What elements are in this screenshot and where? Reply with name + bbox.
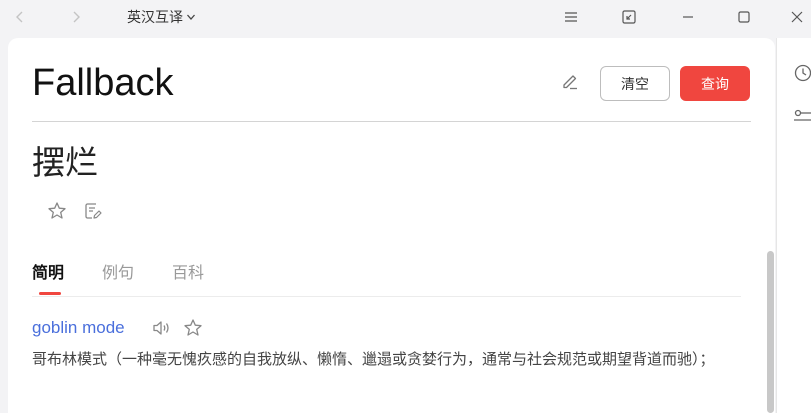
scrollbar-thumb[interactable] xyxy=(767,251,774,413)
pronounce-button[interactable] xyxy=(150,317,172,339)
favorite-button[interactable] xyxy=(46,200,68,222)
tab-concise[interactable]: 简明 xyxy=(32,262,64,284)
settings-button[interactable] xyxy=(793,106,811,126)
mode-label: 英汉互译 xyxy=(127,10,183,26)
speaker-icon xyxy=(153,321,169,335)
right-sidebar xyxy=(776,38,811,413)
history-button[interactable] xyxy=(793,63,811,83)
divider xyxy=(32,121,751,122)
forward-button[interactable] xyxy=(65,6,87,28)
star-icon xyxy=(184,319,202,336)
menu-button[interactable] xyxy=(559,5,583,29)
menu-icon xyxy=(565,12,577,22)
minimize-icon xyxy=(683,16,693,18)
entry-term-link[interactable]: goblin mode xyxy=(32,317,125,339)
note-button[interactable] xyxy=(82,200,104,222)
minimize-button[interactable] xyxy=(676,5,700,29)
mini-window-button[interactable] xyxy=(617,5,641,29)
edit-button[interactable] xyxy=(559,70,581,92)
tab-encyclopedia[interactable]: 百科 xyxy=(172,262,204,284)
maximize-icon xyxy=(738,11,750,23)
chevron-right-icon xyxy=(73,11,80,23)
close-icon xyxy=(791,11,803,23)
translation-panel: Fallback 清空 查询 摆烂 简明 例句 百科 goblin mode 哥… xyxy=(8,38,775,413)
entry-favorite-button[interactable] xyxy=(182,317,204,339)
tab-divider xyxy=(32,296,741,297)
close-button[interactable] xyxy=(785,5,809,29)
active-tab-indicator xyxy=(39,292,61,295)
clear-button[interactable]: 清空 xyxy=(600,66,670,101)
note-edit-icon xyxy=(85,203,102,219)
pen-icon xyxy=(563,75,577,90)
title-bar: 英汉互译 xyxy=(0,0,811,34)
mini-window-icon xyxy=(622,10,636,24)
query-input[interactable]: Fallback xyxy=(32,60,174,106)
maximize-button[interactable] xyxy=(732,5,756,29)
entry-definition: 哥布林模式（一种毫无愧疚感的自我放纵、懒惰、邋遢或贪婪行为，通常与社会规范或期望… xyxy=(32,350,715,368)
translation-result: 摆烂 xyxy=(32,143,98,182)
history-icon xyxy=(794,64,811,82)
tab-examples[interactable]: 例句 xyxy=(102,262,134,284)
star-icon xyxy=(48,202,66,219)
settings-icon xyxy=(794,109,811,121)
search-button[interactable]: 查询 xyxy=(680,66,750,101)
chevron-left-icon xyxy=(16,11,23,23)
back-button[interactable] xyxy=(9,6,31,28)
chevron-down-icon xyxy=(187,14,195,20)
translation-mode-select[interactable]: 英汉互译 xyxy=(127,6,196,28)
